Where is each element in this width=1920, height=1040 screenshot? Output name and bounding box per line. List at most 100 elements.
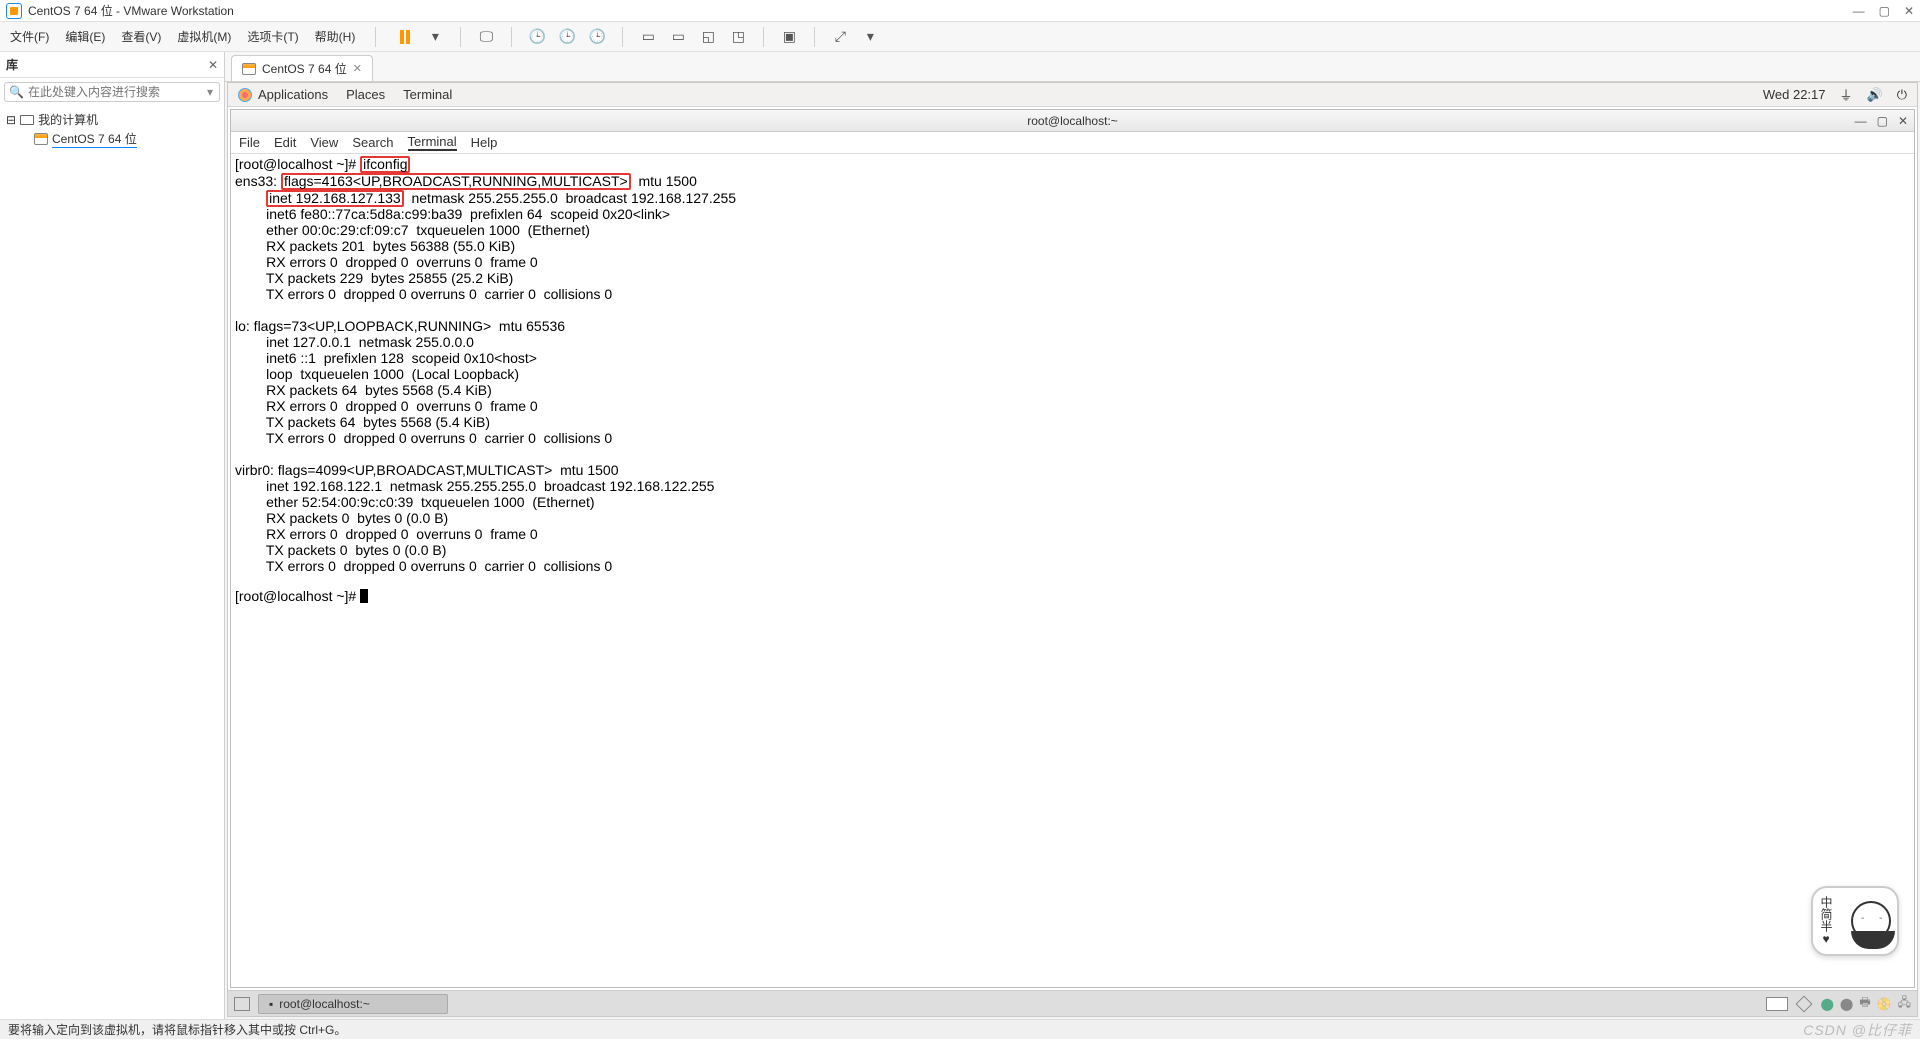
fullscreen-icon[interactable]: ▣ [780,28,798,46]
term-menu-file[interactable]: File [239,135,260,150]
terminal-title: root@localhost:~ [1027,114,1118,128]
tray-usb-icon[interactable]: 📀 [1877,997,1892,1011]
sidebar-close-icon[interactable]: ✕ [208,58,218,72]
taskbar-app-label: root@localhost:~ [279,997,370,1011]
power-pause-icon[interactable] [396,28,414,46]
view-split-icon[interactable]: ▭ [669,28,687,46]
main-menu-bar: 文件(F) 编辑(E) 查看(V) 虚拟机(M) 选项卡(T) 帮助(H) ▾ … [0,22,1920,52]
terminal-window: root@localhost:~ — ▢ ✕ File Edit View Se… [230,109,1915,988]
volume-icon[interactable]: 🔊 [1867,87,1883,103]
term-minimize-icon[interactable]: — [1855,114,1867,128]
tab-close-icon[interactable]: ✕ [353,62,362,75]
vm-tab-label: CentOS 7 64 位 [262,60,347,77]
gnome-clock[interactable]: Wed 22:17 [1763,87,1826,102]
term-menu-edit[interactable]: Edit [274,135,296,150]
term-close-icon[interactable]: ✕ [1898,114,1908,128]
menu-file[interactable]: 文件(F) [10,28,49,45]
tray-square-icon[interactable] [1796,995,1813,1012]
separator [375,27,376,47]
gnome-top-bar: Applications Places Terminal Wed 22:17 ⏚… [228,83,1917,107]
activities-icon [238,88,252,102]
separator [814,27,815,47]
tray-print-icon[interactable]: 🖶 [1859,993,1870,1014]
taskbar-terminal-button[interactable]: ▪ root@localhost:~ [258,994,448,1014]
term-maximize-icon[interactable]: ▢ [1877,114,1888,128]
vmware-titlebar: CentOS 7 64 位 - VMware Workstation — ▢ ✕ [0,0,1920,22]
menu-tab[interactable]: 选项卡(T) [247,28,298,45]
highlight-inet: inet 192.168.127.133 [266,190,404,207]
vm-tab-icon [34,133,48,145]
network-icon[interactable]: ⏚ [1840,85,1853,104]
expand-icon[interactable]: ⊟ [6,113,16,127]
inet-rest: netmask 255.255.255.0 broadcast 192.168.… [404,190,736,206]
terminal-icon: ▪ [269,997,273,1011]
snapshot-take-icon[interactable]: 🕒 [528,28,546,46]
terminal-output[interactable]: [root@localhost ~]# ifconfig ens33: flag… [231,154,1914,987]
vm-tabbar: CentOS 7 64 位 ✕ [225,52,1920,82]
term-menu-help[interactable]: Help [471,135,498,150]
highlight-command: ifconfig [360,156,410,173]
ime-bubble[interactable]: 中简半♥ [1811,886,1899,956]
separator [511,27,512,47]
ime-text: 中简半♥ [1819,896,1833,946]
tray-disk-icon[interactable]: ⬤ [1820,997,1833,1011]
window-title: CentOS 7 64 位 - VMware Workstation [28,2,234,19]
separator [622,27,623,47]
dropdown2-icon[interactable]: ▾ [861,28,879,46]
vm-display[interactable]: Applications Places Terminal Wed 22:17 ⏚… [227,82,1918,1017]
indent [235,190,266,206]
search-dropdown-icon[interactable]: ▾ [205,85,215,99]
library-search[interactable]: 🔍 ▾ [4,82,220,102]
iface-mtu: mtu 1500 [631,173,697,189]
tree-vm-row[interactable]: CentOS 7 64 位 [6,129,218,149]
terminal-menu: File Edit View Search Terminal Help [231,132,1914,154]
power-icon[interactable]: ⏻ [1897,87,1907,103]
term-menu-search[interactable]: Search [352,135,393,150]
snapshot-revert-icon[interactable]: 🕒 [558,28,576,46]
vm-tab[interactable]: CentOS 7 64 位 ✕ [231,55,373,81]
gnome-terminal-app[interactable]: Terminal [403,87,452,102]
tray-net-icon[interactable]: 🖧 [1898,993,1911,1014]
workspace-icon[interactable] [234,997,250,1011]
tree-root-row[interactable]: ⊟ 我的计算机 [6,110,218,129]
tree-vm-label: CentOS 7 64 位 [52,130,137,148]
vm-tab-icon [242,63,256,75]
watermark: CSDN @比仔菲 [1803,1020,1912,1040]
cursor-icon [360,589,368,603]
vmware-icon [6,3,22,19]
snapshot-manager-icon[interactable]: 🕒 [588,28,606,46]
view-quickswitch-icon[interactable]: ◱ [699,28,717,46]
prompt-text: [root@localhost ~]# [235,588,360,604]
tray-rect-icon[interactable] [1766,997,1788,1011]
term-menu-view[interactable]: View [310,135,338,150]
menu-edit[interactable]: 编辑(E) [65,28,105,45]
tray-sound-icon[interactable]: ⬤ [1840,997,1853,1011]
sidebar-title: 库 [6,56,18,73]
search-icon: 🔍 [9,85,24,99]
search-input[interactable] [28,85,205,99]
dropdown-icon[interactable]: ▾ [426,28,444,46]
menu-view[interactable]: 查看(V) [121,28,161,45]
gnome-places[interactable]: Places [346,87,385,102]
status-tip: 要将输入定向到该虚拟机，请将鼠标指针移入其中或按 Ctrl+G。 [8,1021,346,1038]
library-sidebar: 库 ✕ 🔍 ▾ ⊟ 我的计算机 CentOS 7 64 位 [0,52,225,1019]
view-single-icon[interactable]: ▭ [639,28,657,46]
separator [460,27,461,47]
separator [763,27,764,47]
maximize-icon[interactable]: ▢ [1879,4,1890,18]
terminal-titlebar[interactable]: root@localhost:~ — ▢ ✕ [231,110,1914,132]
send-ctrl-alt-del-icon[interactable]: 🖵 [477,28,495,46]
status-bar: 要将输入定向到该虚拟机，请将鼠标指针移入其中或按 Ctrl+G。 CSDN @比… [0,1019,1920,1039]
iface-name: ens33: [235,173,281,189]
term-menu-terminal[interactable]: Terminal [408,134,457,151]
menu-vm[interactable]: 虚拟机(M) [177,28,231,45]
tree-root-label: 我的计算机 [38,111,98,128]
prompt-text: [root@localhost ~]# [235,156,360,172]
close-icon[interactable]: ✕ [1904,4,1914,18]
computer-icon [20,115,34,125]
menu-help[interactable]: 帮助(H) [315,28,356,45]
stretch-icon[interactable]: ⤢ [831,28,849,46]
gnome-applications[interactable]: Applications [258,87,328,102]
minimize-icon[interactable]: — [1853,4,1865,18]
view-unity-icon[interactable]: ◳ [729,28,747,46]
